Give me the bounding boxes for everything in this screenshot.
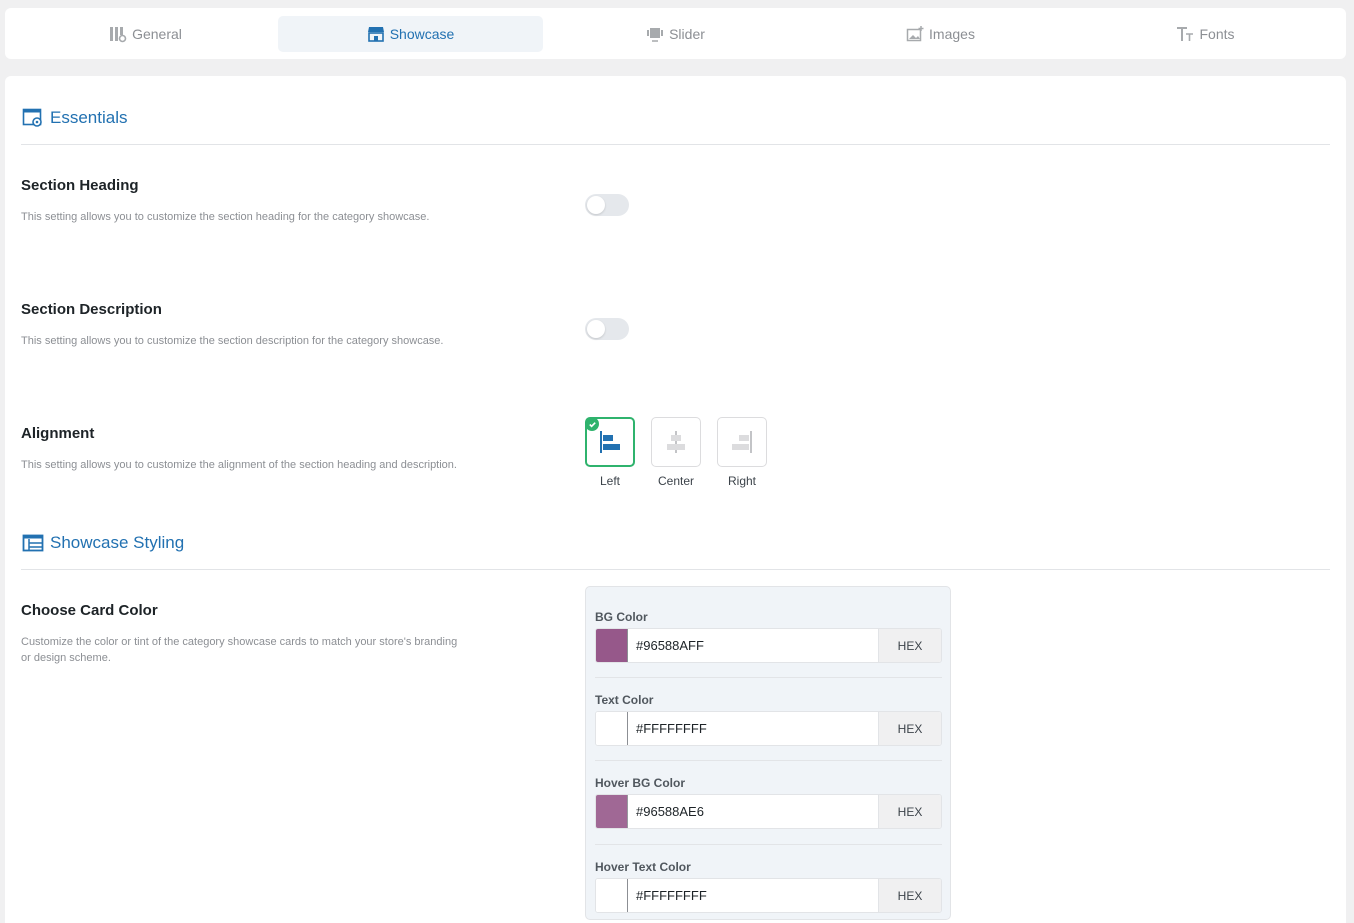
hover-text-color-row: Hover Text Color #FFFFFFFF HEX bbox=[595, 860, 942, 913]
section-description-label: Section Description bbox=[21, 301, 162, 318]
text-color-format-button[interactable]: HEX bbox=[878, 712, 941, 745]
hover-bg-color-row: Hover BG Color #96588AE6 HEX bbox=[595, 776, 942, 829]
align-left-box bbox=[585, 417, 635, 467]
font-icon bbox=[1176, 25, 1194, 43]
text-color-field: #FFFFFFFF HEX bbox=[595, 711, 942, 746]
tab-showcase-label: Showcase bbox=[389, 25, 455, 42]
bg-color-input[interactable]: #96588AFF bbox=[628, 629, 878, 662]
align-center-box bbox=[651, 417, 701, 467]
hover-text-color-label: Hover Text Color bbox=[595, 860, 691, 874]
hover-bg-color-swatch[interactable] bbox=[596, 795, 628, 828]
bg-color-label: BG Color bbox=[595, 610, 648, 624]
align-right-option[interactable]: Right bbox=[717, 417, 767, 488]
alignment-description: This setting allows you to customize the… bbox=[21, 459, 457, 471]
hover-text-color-input[interactable]: #FFFFFFFF bbox=[628, 879, 878, 912]
tab-bar: General Showcase Slider Images Fonts bbox=[5, 8, 1346, 59]
section-description-toggle[interactable] bbox=[585, 318, 629, 340]
text-color-row: Text Color #FFFFFFFF HEX bbox=[595, 693, 942, 746]
align-right-icon bbox=[728, 428, 756, 456]
section-heading-description: This setting allows you to customize the… bbox=[21, 211, 430, 223]
tab-showcase[interactable]: Showcase bbox=[278, 15, 543, 52]
tab-slider[interactable]: Slider bbox=[543, 16, 808, 52]
slider-icon bbox=[646, 25, 664, 43]
section-heading-toggle[interactable] bbox=[585, 194, 629, 216]
align-left-icon bbox=[596, 428, 624, 456]
window-settings-icon bbox=[22, 107, 44, 129]
hover-bg-color-input[interactable]: #96588AE6 bbox=[628, 795, 878, 828]
showcase-styling-title: Showcase Styling bbox=[22, 532, 184, 554]
section-description-description: This setting allows you to customize the… bbox=[21, 335, 444, 347]
align-center-option[interactable]: Center bbox=[651, 417, 701, 488]
hover-text-color-field: #FFFFFFFF HEX bbox=[595, 878, 942, 913]
align-right-label: Right bbox=[727, 474, 756, 488]
row-divider bbox=[595, 760, 942, 761]
bg-color-field: #96588AFF HEX bbox=[595, 628, 942, 663]
alignment-label: Alignment bbox=[21, 425, 95, 442]
text-color-label: Text Color bbox=[595, 693, 654, 707]
image-icon bbox=[906, 25, 924, 43]
tab-images-label: Images bbox=[929, 25, 975, 42]
tab-general[interactable]: General bbox=[13, 16, 278, 52]
toggle-knob bbox=[587, 196, 605, 214]
align-right-box bbox=[717, 417, 767, 467]
general-settings-icon bbox=[109, 25, 127, 43]
section-heading-label: Section Heading bbox=[21, 177, 139, 194]
tab-images[interactable]: Images bbox=[808, 16, 1073, 52]
row-divider bbox=[595, 844, 942, 845]
settings-panel: Essentials Section Heading This setting … bbox=[5, 76, 1346, 923]
tab-fonts[interactable]: Fonts bbox=[1073, 16, 1338, 52]
align-center-label: Center bbox=[657, 474, 695, 488]
hover-bg-color-label: Hover BG Color bbox=[595, 776, 686, 790]
align-center-icon bbox=[662, 428, 690, 456]
divider bbox=[21, 144, 1330, 145]
store-icon bbox=[367, 25, 385, 43]
align-left-option[interactable]: Left bbox=[585, 417, 635, 488]
essentials-title-text: Essentials bbox=[50, 108, 128, 127]
row-divider bbox=[595, 677, 942, 678]
showcase-styling-title-text: Showcase Styling bbox=[50, 533, 185, 552]
hover-bg-color-field: #96588AE6 HEX bbox=[595, 794, 942, 829]
text-color-swatch[interactable] bbox=[596, 712, 628, 745]
toggle-knob bbox=[587, 320, 605, 338]
table-layout-icon bbox=[22, 532, 44, 554]
align-left-label: Left bbox=[599, 474, 620, 488]
bg-color-swatch[interactable] bbox=[596, 629, 628, 662]
tab-fonts-label: Fonts bbox=[1199, 25, 1235, 42]
tab-general-label: General bbox=[132, 25, 182, 42]
tab-slider-label: Slider bbox=[669, 25, 705, 42]
card-color-label: Choose Card Color bbox=[21, 602, 158, 619]
bg-color-row: BG Color #96588AFF HEX bbox=[595, 610, 942, 663]
hover-bg-color-format-button[interactable]: HEX bbox=[878, 795, 941, 828]
color-settings-box: BG Color #96588AFF HEX Text Color #FFFFF… bbox=[585, 586, 951, 920]
card-color-description: Customize the color or tint of the categ… bbox=[21, 636, 458, 664]
essentials-title: Essentials bbox=[22, 107, 127, 129]
check-icon bbox=[585, 417, 599, 431]
bg-color-format-button[interactable]: HEX bbox=[878, 629, 941, 662]
text-color-input[interactable]: #FFFFFFFF bbox=[628, 712, 878, 745]
divider bbox=[21, 569, 1330, 570]
hover-text-color-swatch[interactable] bbox=[596, 879, 628, 912]
hover-text-color-format-button[interactable]: HEX bbox=[878, 879, 941, 912]
